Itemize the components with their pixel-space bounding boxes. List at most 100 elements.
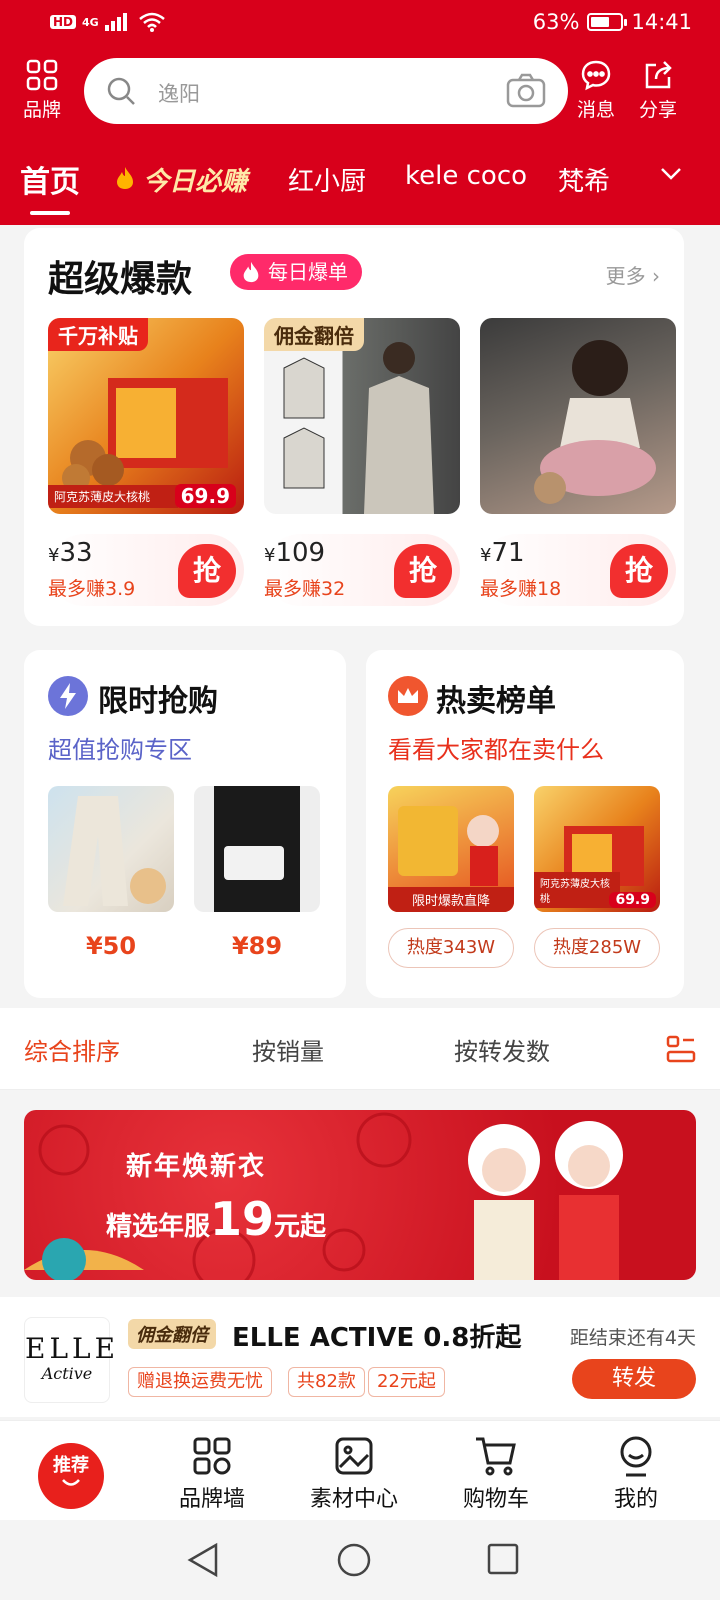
tab-home[interactable]: 首页 [20,157,80,215]
hot-list-title: 热卖榜单 [436,684,556,719]
image-caption: 阿克苏薄皮大核桃 [534,872,620,908]
sort-by-sales[interactable]: 按销量 [252,1032,324,1067]
flash-sale-subtitle: 超值抢购专区 [48,736,192,764]
girl-dress-graphic [534,340,656,504]
image-icon [335,1437,373,1475]
sort-comprehensive[interactable]: 综合排序 [24,1032,120,1067]
feature-chip: 共82款 [288,1367,365,1397]
tab-fanxi[interactable]: 梵希 [558,161,610,198]
flash-item-image[interactable] [48,786,174,912]
status-right: 63% 14:41 [533,10,692,34]
banner-line1: 新年焕新衣 [126,1152,267,1182]
nav-material-center[interactable]: 素材中心 [294,1431,414,1513]
recommend-label: 推荐 [53,1455,89,1476]
share-label: 分享 [638,99,677,121]
list-layout-icon[interactable] [666,1034,696,1064]
hot-item-image[interactable]: 限时爆款直降 [388,786,514,912]
price-row: ¥71 最多赚18 抢 [480,534,676,606]
tab-kele-coco[interactable]: kele coco [405,161,527,191]
super-hot-card: 超级爆款 每日爆单 更多 › 千万补贴 阿克苏薄皮大核桃 69.9 ¥33 最多… [24,228,684,626]
flame-icon [243,261,259,283]
heat-badge: 热度343W [388,928,514,968]
flash-item-price: ¥50 [85,932,137,960]
nav-label: 品牌墙 [178,1487,245,1512]
commission-tag: 佣金翻倍 [264,318,364,351]
flash-sale-card[interactable]: 限时抢购 超值抢购专区 ¥50 ¥89 [24,650,346,998]
pants-graphic [63,796,166,906]
nav-label: 购物车 [462,1487,529,1512]
nav-label: 我的 [613,1487,658,1512]
subsidy-tag: 千万补贴 [48,318,148,351]
nav-brand-wall[interactable]: 品牌墙 [152,1431,272,1513]
share-icon [645,61,672,89]
back-icon[interactable] [186,1542,220,1578]
lightning-icon [48,676,88,716]
user-icon [620,1436,652,1477]
grab-button[interactable]: 抢 [610,544,668,598]
heat-badge: 热度285W [534,928,660,968]
crown-icon [388,676,428,716]
new-year-banner[interactable]: 新年焕新衣 精选年服19元起 [24,1110,696,1280]
grab-button[interactable]: 抢 [394,544,452,598]
grab-button[interactable]: 抢 [178,544,236,598]
battery-icon [587,13,628,31]
category-tabs: 首页 今日必赚 红小厨 kele coco 梵希 [0,155,720,215]
nav-recommend[interactable]: 推荐 [38,1443,104,1509]
flash-sale-title: 限时抢购 [98,684,218,719]
grid-icon [193,1437,231,1475]
camera-icon[interactable] [506,72,546,108]
status-bar: HD 4G 63% 14:41 [0,0,720,50]
search-icon [107,77,135,105]
sort-by-shares[interactable]: 按转发数 [454,1032,550,1067]
brand-logo[interactable]: ELLE Active [24,1317,120,1403]
brand-promo-row[interactable]: ELLE Active 佣金翻倍 ELLE ACTIVE 0.8折起 赠退换运费… [0,1297,720,1417]
tab-daily-earn-label: 今日必赚 [143,167,248,197]
wifi-icon [138,12,165,32]
brand-button[interactable]: 品牌 [12,55,72,122]
max-earn: 最多赚18 [480,578,562,600]
more-link[interactable]: 更多 › [606,260,660,289]
product-image[interactable]: 佣金翻倍 [264,318,460,514]
tab-hongxiaochu[interactable]: 红小厨 [288,161,366,198]
daily-hot-badge[interactable]: 每日爆单 [230,254,362,290]
brand-title: ELLE ACTIVE 0.8折起 [232,1323,522,1353]
hd-badge: HD [50,15,77,29]
message-label: 消息 [576,99,615,121]
flash-item-image[interactable] [194,786,320,912]
nav-mine[interactable]: 我的 [576,1431,696,1513]
daily-hot-label: 每日爆单 [268,260,348,284]
product-price: ¥33 [48,538,93,568]
product-image[interactable] [480,318,676,514]
image-price: 69.9 [609,892,656,908]
tab-daily-earn[interactable]: 今日必赚 [116,161,247,198]
chevron-down-icon[interactable] [660,167,682,181]
logo-line1: ELLE [25,1332,120,1365]
forward-button[interactable]: 转发 [572,1359,696,1399]
hot-item-image[interactable]: 阿克苏薄皮大核桃 69.9 [534,786,660,912]
cart-icon [476,1437,516,1476]
product-image[interactable]: 千万补贴 阿克苏薄皮大核桃 69.9 [48,318,244,514]
flame-icon [117,167,133,189]
chat-bubble-icon [581,60,611,91]
product-price: ¥71 [480,538,525,568]
image-caption: 阿克苏薄皮大核桃 [48,485,178,508]
share-button[interactable]: 分享 [628,55,688,122]
nav-label: 素材中心 [309,1487,398,1512]
recents-icon[interactable] [486,1542,520,1576]
handbag-graphic [214,786,300,912]
app-header: HD 4G 63% 14:41 品牌 逸阳 消息 分享 首页 今日必赚 红小厨 … [0,0,720,225]
children-graphic [468,1121,623,1280]
price-row: ¥109 最多赚32 抢 [264,534,460,606]
search-bar[interactable]: 逸阳 [84,58,568,124]
battery-percent: 63% [532,10,580,34]
brand-label: 品牌 [22,99,61,121]
message-button[interactable]: 消息 [566,55,626,122]
home-icon[interactable] [336,1542,372,1578]
search-input[interactable]: 逸阳 [158,78,200,108]
clock: 14:41 [631,10,692,34]
countdown-text: 距结束还有4天 [569,1327,696,1349]
max-earn: 最多赚3.9 [48,578,136,600]
hot-list-card[interactable]: 热卖榜单 看看大家都在卖什么 限时爆款直降 阿克苏薄皮大核桃 69.9 热度34… [366,650,684,998]
nav-cart[interactable]: 购物车 [436,1431,556,1513]
image-price: 69.9 [174,484,236,508]
